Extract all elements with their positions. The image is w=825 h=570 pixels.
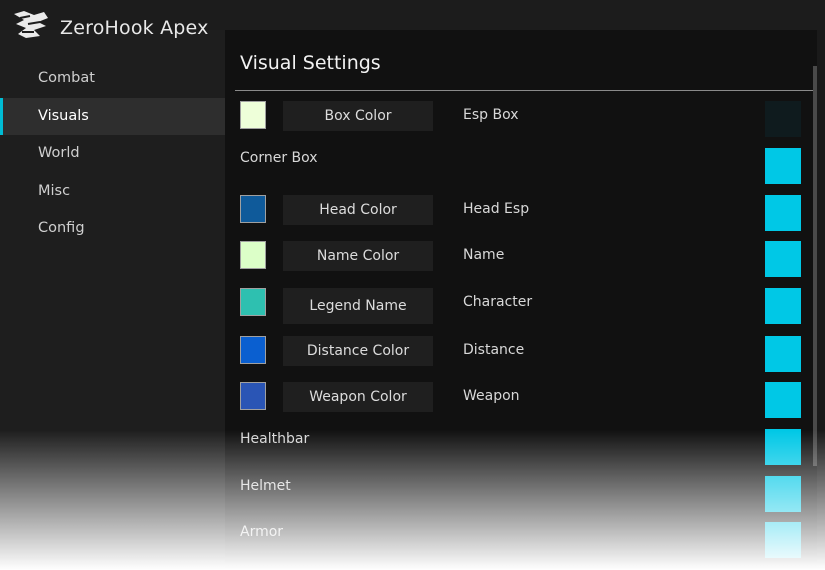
name-toggle[interactable] [765,241,801,277]
setting-row-esp-box: Box Color Esp Box [225,101,817,137]
head-color-swatch[interactable] [240,195,266,223]
corner-box-label: Corner Box [240,150,318,166]
visual-settings-panel: Visual Settings Box Color Esp Box Corner… [225,30,817,570]
distance-toggle[interactable] [765,336,801,372]
setting-row-distance: Distance Color Distance [225,336,817,372]
sidebar-item-visuals[interactable]: Visuals [0,97,225,135]
sidebar-item-world[interactable]: World [0,135,225,173]
setting-row-weapon: Weapon Color Weapon [225,382,817,418]
legend-name-button[interactable]: Legend Name [283,288,433,324]
sidebar-item-label: World [38,145,80,161]
healthbar-toggle[interactable] [765,429,801,465]
weapon-label: Weapon [463,388,520,404]
weapon-color-swatch[interactable] [240,382,266,410]
name-color-swatch[interactable] [240,241,266,269]
legend-name-color-swatch[interactable] [240,288,266,316]
active-indicator [0,97,3,135]
armor-label: Armor [240,524,284,540]
sidebar-item-config[interactable]: Config [0,210,225,248]
setting-row-character: Legend Name Character [225,288,817,324]
header-divider [235,90,817,91]
setting-row-armor: Armor [225,522,817,558]
distance-color-swatch[interactable] [240,336,266,364]
character-toggle[interactable] [765,288,801,324]
setting-row-corner-box: Corner Box [225,148,817,184]
scrollbar-track [817,30,825,570]
weapon-toggle[interactable] [765,382,801,418]
head-esp-toggle[interactable] [765,195,801,231]
sidebar: Combat Visuals World Misc Config [0,60,225,248]
esp-box-toggle[interactable] [765,101,801,137]
healthbar-label: Healthbar [240,431,310,447]
head-color-button[interactable]: Head Color [283,195,433,225]
sidebar-item-label: Config [38,220,85,236]
armor-toggle[interactable] [765,522,801,558]
helmet-toggle[interactable] [765,476,801,512]
helmet-label: Helmet [240,478,291,494]
name-color-button[interactable]: Name Color [283,241,433,271]
distance-color-button[interactable]: Distance Color [283,336,433,366]
setting-row-name: Name Color Name [225,241,817,277]
setting-row-healthbar: Healthbar [225,429,817,465]
sidebar-item-combat[interactable]: Combat [0,60,225,98]
app-logo [14,11,48,38]
name-label: Name [463,247,505,263]
sidebar-item-label: Visuals [38,107,89,124]
weapon-color-button[interactable]: Weapon Color [283,382,433,412]
setting-row-head-esp: Head Color Head Esp [225,195,817,231]
character-label: Character [463,294,533,310]
sidebar-item-label: Combat [38,70,95,86]
distance-label: Distance [463,342,525,358]
head-esp-label: Head Esp [463,201,530,217]
box-color-swatch[interactable] [240,101,266,129]
box-color-button[interactable]: Box Color [283,101,433,131]
page-title: Visual Settings [240,52,381,74]
esp-box-label: Esp Box [463,107,519,123]
setting-row-helmet: Helmet [225,476,817,512]
app-title: ZeroHook Apex [60,17,209,39]
corner-box-toggle[interactable] [765,148,801,184]
panel-header: Visual Settings [225,30,817,90]
app-window: ZeroHook Apex Combat Visuals World Misc … [0,0,825,570]
sidebar-item-misc[interactable]: Misc [0,173,225,211]
sidebar-item-label: Misc [38,182,71,199]
